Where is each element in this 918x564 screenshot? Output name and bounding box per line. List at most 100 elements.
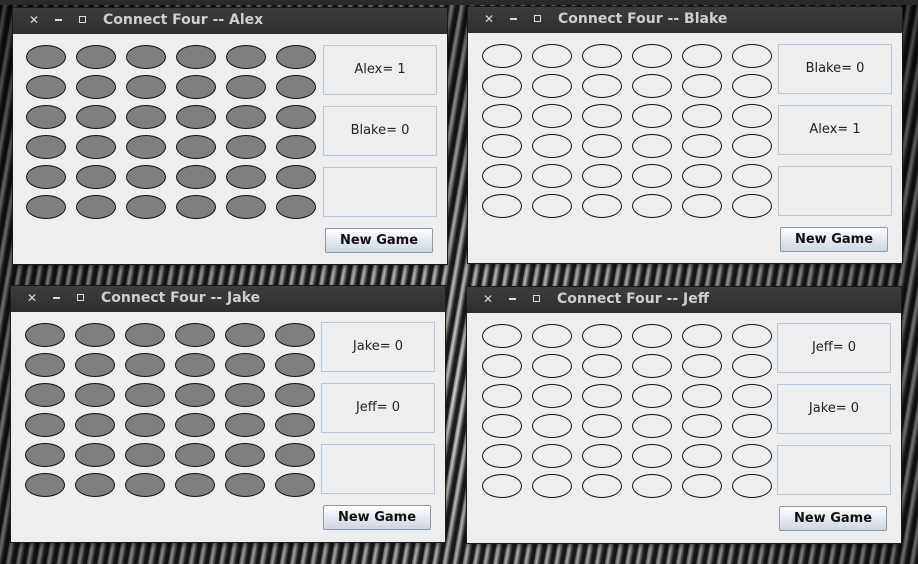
board-slot[interactable] [125, 413, 165, 437]
board-slot[interactable] [482, 354, 522, 378]
board-slot[interactable] [532, 164, 572, 188]
board-slot[interactable] [225, 353, 265, 377]
board-slot[interactable] [532, 324, 572, 348]
board-slot[interactable] [632, 74, 672, 98]
board-slot[interactable] [732, 474, 772, 498]
board-slot[interactable] [25, 473, 65, 497]
board-slot[interactable] [226, 75, 266, 99]
minimize-icon[interactable] [51, 13, 65, 27]
board-slot[interactable] [732, 164, 772, 188]
board-slot[interactable] [682, 194, 722, 218]
board-slot[interactable] [632, 134, 672, 158]
board-slot[interactable] [682, 414, 722, 438]
board-slot[interactable] [732, 324, 772, 348]
board-slot[interactable] [175, 473, 215, 497]
board-slot[interactable] [126, 195, 166, 219]
board-slot[interactable] [732, 384, 772, 408]
board-slot[interactable] [225, 443, 265, 467]
maximize-icon[interactable] [530, 12, 544, 26]
board-slot[interactable] [682, 104, 722, 128]
board-slot[interactable] [482, 444, 522, 468]
board-slot[interactable] [175, 443, 215, 467]
board-slot[interactable] [76, 165, 116, 189]
close-icon[interactable]: ✕ [481, 292, 495, 306]
game-board[interactable] [482, 44, 782, 224]
board-slot[interactable] [532, 104, 572, 128]
board-slot[interactable] [732, 414, 772, 438]
board-slot[interactable] [225, 383, 265, 407]
board-slot[interactable] [582, 104, 622, 128]
board-slot[interactable] [26, 75, 66, 99]
board-slot[interactable] [276, 45, 316, 69]
board-slot[interactable] [532, 44, 572, 68]
board-slot[interactable] [632, 44, 672, 68]
board-slot[interactable] [225, 473, 265, 497]
board-slot[interactable] [276, 105, 316, 129]
board-slot[interactable] [25, 413, 65, 437]
board-slot[interactable] [532, 74, 572, 98]
board-slot[interactable] [532, 474, 572, 498]
board-slot[interactable] [582, 444, 622, 468]
board-slot[interactable] [275, 413, 315, 437]
board-slot[interactable] [532, 384, 572, 408]
new-game-button[interactable]: New Game [780, 227, 888, 252]
board-slot[interactable] [482, 384, 522, 408]
board-slot[interactable] [482, 104, 522, 128]
board-slot[interactable] [632, 354, 672, 378]
board-slot[interactable] [225, 413, 265, 437]
board-slot[interactable] [175, 383, 215, 407]
board-slot[interactable] [682, 384, 722, 408]
board-slot[interactable] [732, 134, 772, 158]
board-slot[interactable] [732, 444, 772, 468]
board-slot[interactable] [226, 135, 266, 159]
board-slot[interactable] [176, 135, 216, 159]
new-game-button[interactable]: New Game [779, 506, 887, 531]
board-slot[interactable] [582, 354, 622, 378]
board-slot[interactable] [125, 323, 165, 347]
board-slot[interactable] [582, 384, 622, 408]
board-slot[interactable] [275, 383, 315, 407]
board-slot[interactable] [176, 105, 216, 129]
board-slot[interactable] [26, 165, 66, 189]
minimize-icon[interactable] [506, 12, 520, 26]
board-slot[interactable] [732, 44, 772, 68]
board-slot[interactable] [275, 473, 315, 497]
board-slot[interactable] [176, 165, 216, 189]
board-slot[interactable] [582, 44, 622, 68]
board-slot[interactable] [75, 383, 115, 407]
board-slot[interactable] [26, 195, 66, 219]
board-slot[interactable] [482, 74, 522, 98]
board-slot[interactable] [582, 414, 622, 438]
game-board[interactable] [482, 324, 782, 504]
close-icon[interactable]: ✕ [482, 12, 496, 26]
board-slot[interactable] [482, 44, 522, 68]
board-slot[interactable] [26, 45, 66, 69]
board-slot[interactable] [176, 45, 216, 69]
board-slot[interactable] [582, 194, 622, 218]
board-slot[interactable] [732, 354, 772, 378]
board-slot[interactable] [276, 75, 316, 99]
board-slot[interactable] [682, 444, 722, 468]
board-slot[interactable] [76, 45, 116, 69]
board-slot[interactable] [226, 45, 266, 69]
board-slot[interactable] [632, 194, 672, 218]
board-slot[interactable] [682, 474, 722, 498]
board-slot[interactable] [76, 135, 116, 159]
board-slot[interactable] [682, 74, 722, 98]
board-slot[interactable] [582, 324, 622, 348]
board-slot[interactable] [682, 324, 722, 348]
board-slot[interactable] [125, 473, 165, 497]
board-slot[interactable] [126, 75, 166, 99]
board-slot[interactable] [226, 195, 266, 219]
board-slot[interactable] [632, 474, 672, 498]
board-slot[interactable] [25, 353, 65, 377]
board-slot[interactable] [126, 165, 166, 189]
board-slot[interactable] [125, 383, 165, 407]
board-slot[interactable] [225, 323, 265, 347]
board-slot[interactable] [276, 135, 316, 159]
board-slot[interactable] [532, 354, 572, 378]
board-slot[interactable] [582, 164, 622, 188]
board-slot[interactable] [125, 443, 165, 467]
board-slot[interactable] [226, 165, 266, 189]
board-slot[interactable] [532, 444, 572, 468]
